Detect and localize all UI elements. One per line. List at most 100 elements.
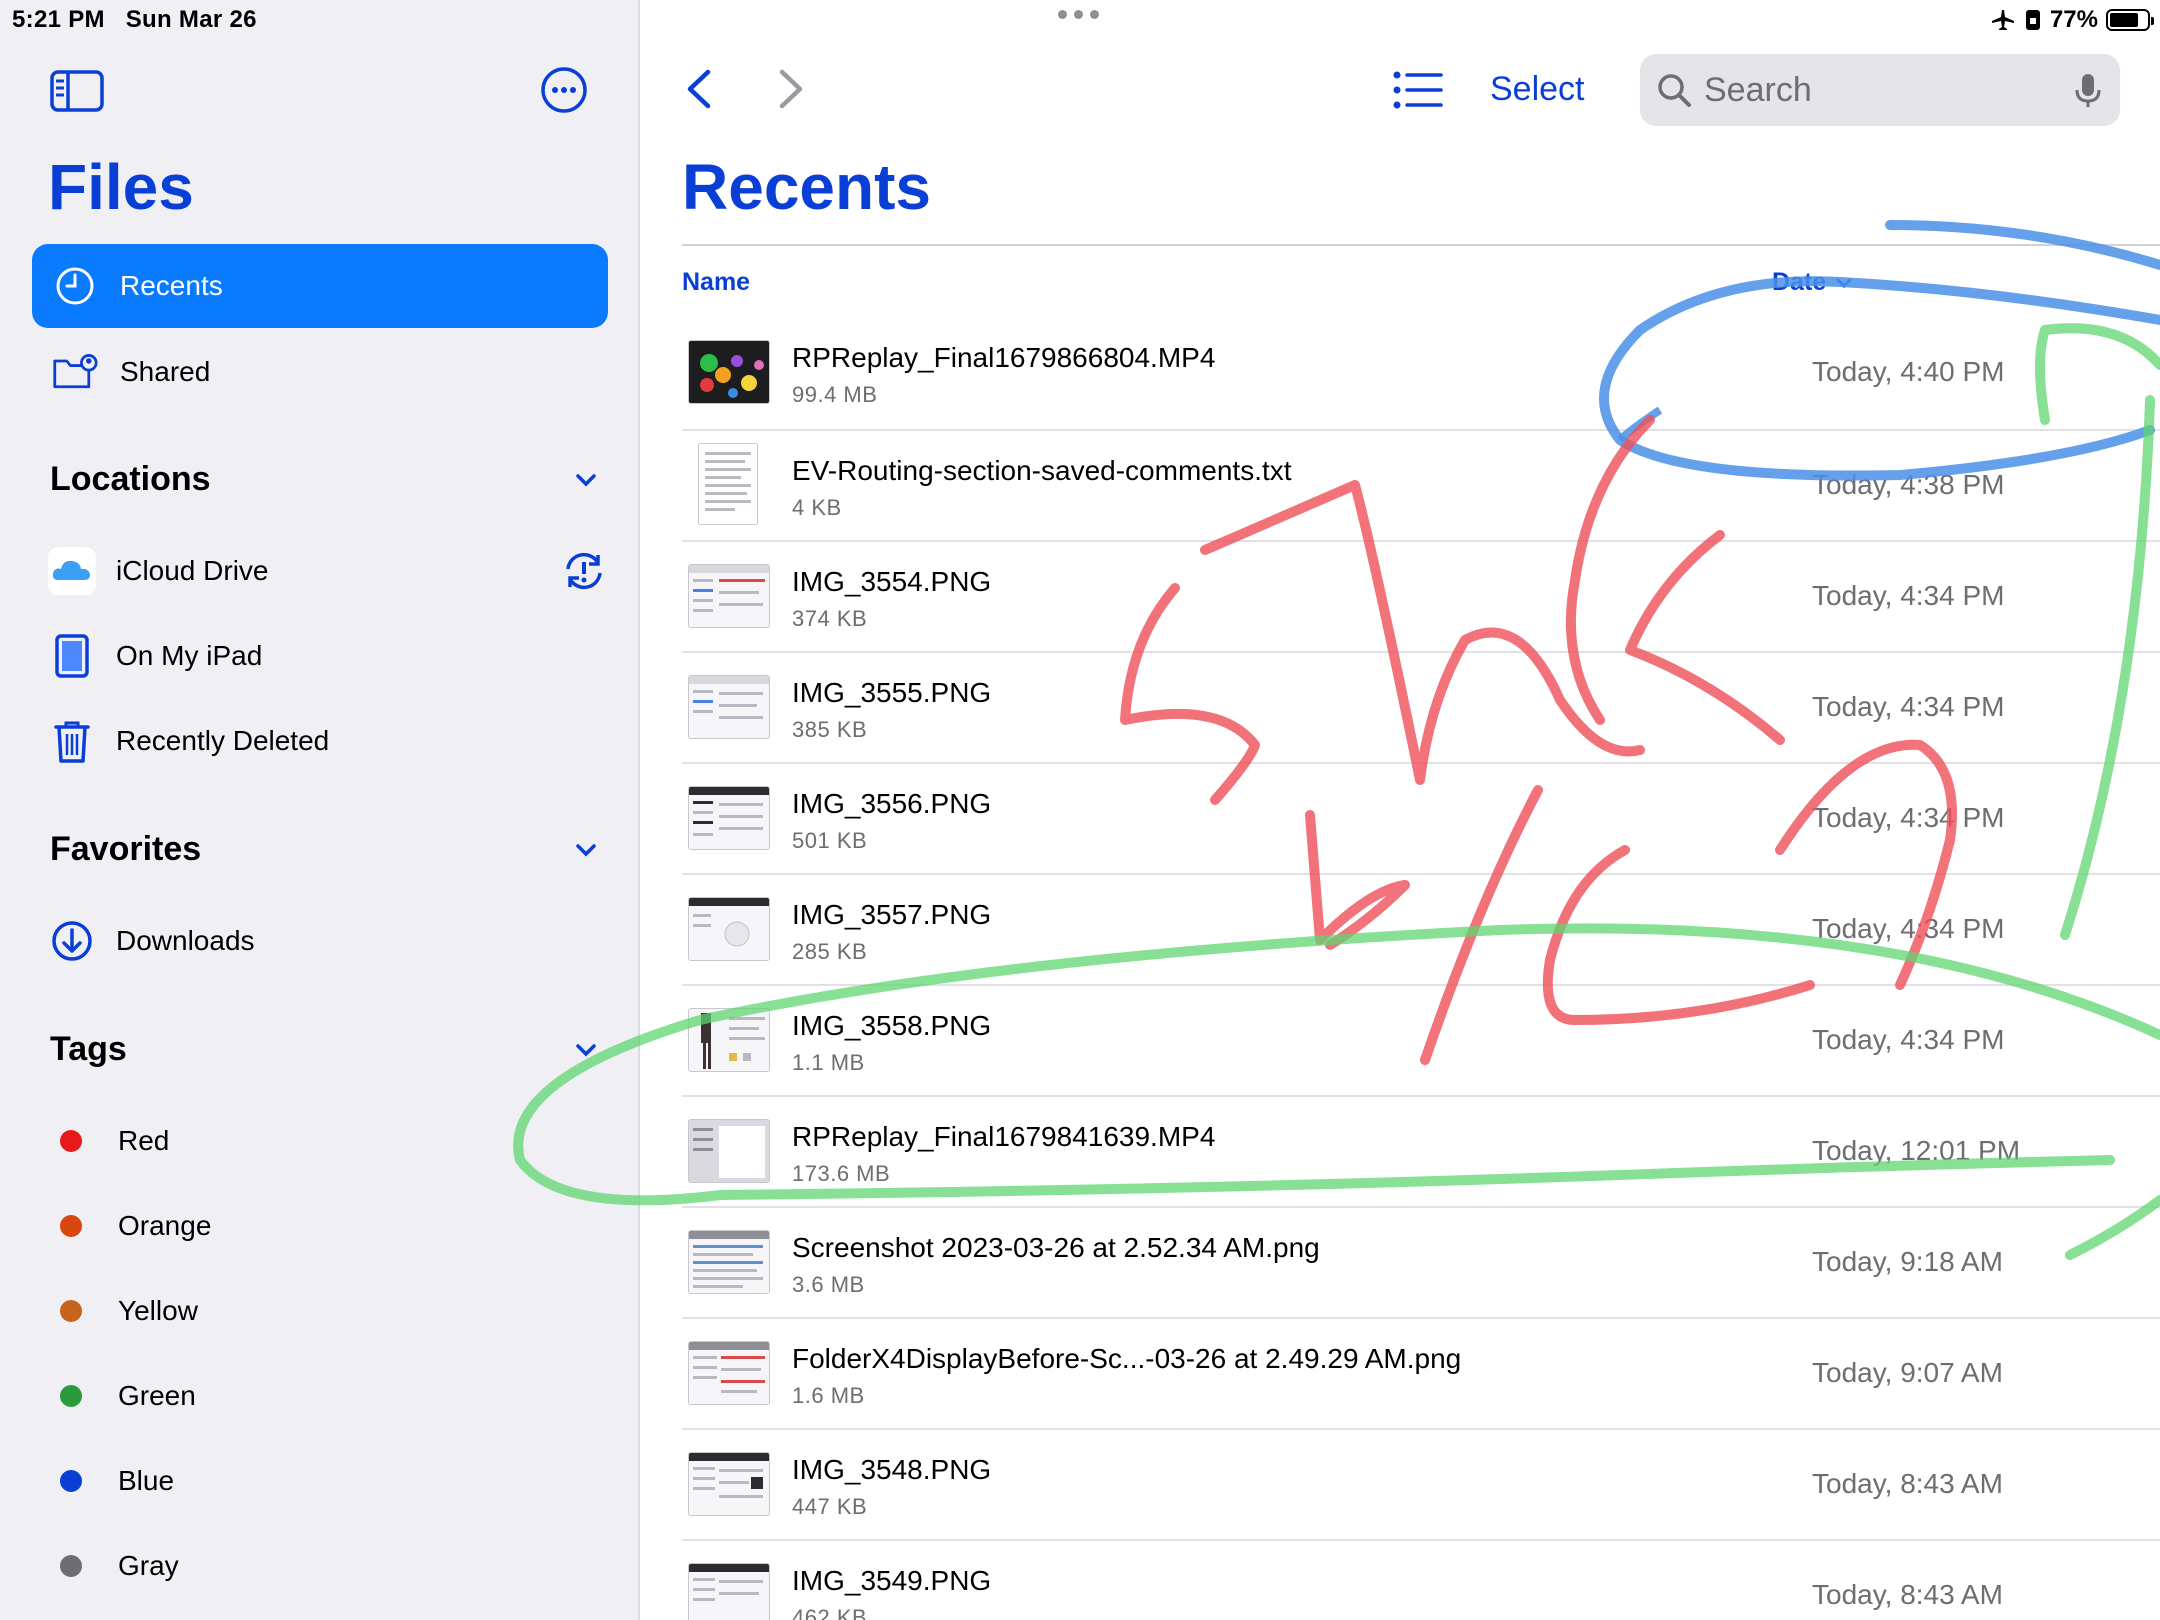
select-button[interactable]: Select	[1490, 70, 1585, 109]
file-thumbnail	[688, 564, 770, 628]
column-header-name[interactable]: Name	[682, 268, 750, 297]
file-date: Today, 8:43 AM	[1812, 1579, 2003, 1610]
file-list: RPReplay_Final1679866804.MP4 99.4 MB Tod…	[682, 318, 2160, 1620]
main-content: Select Search Recents Name Date RPReplay…	[642, 0, 2160, 1620]
tag-yellow[interactable]: Yellow	[48, 1281, 608, 1341]
file-size: 447 KB	[792, 1494, 868, 1519]
locations-header[interactable]: Locations	[50, 460, 600, 499]
list-view-icon[interactable]	[1392, 68, 1444, 112]
file-name: IMG_3548.PNG	[792, 1454, 992, 1485]
file-size: 173.6 MB	[792, 1161, 891, 1186]
trash-icon	[48, 717, 96, 765]
file-name: IMG_3558.PNG	[792, 1010, 992, 1041]
sync-warning-icon[interactable]	[560, 547, 608, 595]
section-title: Locations	[50, 460, 211, 498]
file-name: FolderX4DisplayBefore-Sc...-03-26 at 2.4…	[792, 1343, 1462, 1374]
file-date: Today, 8:43 AM	[1812, 1468, 2003, 1499]
file-row[interactable]: IMG_3557.PNG 285 KB Today, 4:34 PM	[682, 873, 2160, 984]
search-icon	[1658, 74, 1691, 107]
file-row[interactable]: IMG_3558.PNG 1.1 MB Today, 4:34 PM	[682, 984, 2160, 1095]
column-header-date[interactable]: Date	[1772, 268, 1854, 297]
file-date: Today, 4:34 PM	[1812, 913, 2005, 944]
file-date: Today, 4:34 PM	[1812, 580, 2005, 611]
battery-icon	[2106, 9, 2154, 31]
file-name: IMG_3554.PNG	[792, 566, 992, 597]
tag-label: Blue	[118, 1465, 175, 1496]
multitasking-dots-icon[interactable]	[1058, 10, 1099, 19]
file-row[interactable]: IMG_3555.PNG 385 KB Today, 4:34 PM	[682, 651, 2160, 762]
chevron-down-icon[interactable]	[572, 1036, 600, 1064]
sidebar-item-label: Recently Deleted	[116, 725, 330, 756]
file-thumbnail	[688, 1008, 770, 1072]
file-date: Today, 12:01 PM	[1812, 1135, 2021, 1166]
tags-header[interactable]: Tags	[50, 1030, 600, 1069]
tag-orange[interactable]: Orange	[48, 1196, 608, 1256]
microphone-icon[interactable]	[2068, 70, 2108, 110]
tag-blue[interactable]: Blue	[48, 1451, 608, 1511]
sidebar-title: Files	[48, 151, 194, 223]
file-date: Today, 4:38 PM	[1812, 469, 2005, 500]
sidebar-item-on-my-ipad[interactable]: On My iPad	[48, 626, 608, 686]
file-row[interactable]: EV-Routing-section-saved-comments.txt 4 …	[682, 429, 2160, 540]
sidebar-item-recently-deleted[interactable]: Recently Deleted	[48, 711, 608, 771]
file-row[interactable]: FolderX4DisplayBefore-Sc...-03-26 at 2.4…	[682, 1317, 2160, 1428]
forward-chevron-icon[interactable]	[772, 66, 810, 112]
file-size: 501 KB	[792, 828, 868, 853]
favorites-header[interactable]: Favorites	[50, 830, 600, 869]
file-thumbnail	[688, 1452, 770, 1516]
file-size: 374 KB	[792, 606, 868, 631]
sidebar-toggle-icon[interactable]	[50, 70, 104, 112]
file-thumbnail	[688, 1230, 770, 1294]
back-chevron-icon[interactable]	[680, 66, 718, 112]
tag-red[interactable]: Red	[48, 1111, 608, 1171]
file-date: Today, 9:07 AM	[1812, 1357, 2003, 1388]
tag-label: Gray	[118, 1550, 179, 1581]
search-input[interactable]: Search	[1640, 54, 2120, 126]
file-name: IMG_3549.PNG	[792, 1565, 992, 1596]
file-row[interactable]: RPReplay_Final1679841639.MP4 173.6 MB To…	[682, 1095, 2160, 1206]
sidebar-item-shared[interactable]: Shared	[32, 330, 608, 414]
column-header-label: Date	[1772, 268, 1827, 296]
tag-color-dot	[60, 1300, 82, 1322]
section-title: Tags	[50, 1030, 127, 1068]
file-thumbnail	[688, 340, 770, 404]
sidebar-item-label: On My iPad	[116, 640, 263, 671]
file-thumbnail	[688, 786, 770, 850]
sidebar-item-label: Downloads	[116, 925, 255, 956]
file-date: Today, 9:18 AM	[1812, 1246, 2003, 1277]
sort-chevron-down-icon	[1836, 278, 1852, 288]
sidebar-item-icloud-drive[interactable]: iCloud Drive	[48, 541, 608, 601]
file-date: Today, 4:34 PM	[1812, 1024, 2005, 1055]
tag-gray[interactable]: Gray	[48, 1536, 608, 1596]
more-options-icon[interactable]	[540, 66, 588, 114]
tag-label: Yellow	[118, 1295, 198, 1326]
file-row[interactable]: Screenshot 2023-03-26 at 2.52.34 AM.png …	[682, 1206, 2160, 1317]
tag-green[interactable]: Green	[48, 1366, 608, 1426]
file-row[interactable]: IMG_3556.PNG 501 KB Today, 4:34 PM	[682, 762, 2160, 873]
file-name: RPReplay_Final1679866804.MP4	[792, 342, 1216, 373]
file-size: 462 KB	[792, 1605, 868, 1620]
file-thumbnail	[688, 1341, 770, 1405]
tag-color-dot	[60, 1215, 82, 1237]
sidebar-item-recents[interactable]: Recents	[32, 244, 608, 328]
battery-level-fill	[2110, 13, 2138, 27]
download-icon	[48, 917, 96, 965]
file-row[interactable]: IMG_3548.PNG 447 KB Today, 8:43 AM	[682, 1428, 2160, 1539]
file-thumbnail	[698, 443, 758, 525]
file-size: 1.1 MB	[792, 1050, 865, 1075]
file-row[interactable]: IMG_3554.PNG 374 KB Today, 4:34 PM	[682, 540, 2160, 651]
file-size: 4 KB	[792, 495, 842, 520]
status-date-text: Sun Mar 26	[125, 6, 257, 33]
tag-label: Orange	[118, 1210, 212, 1241]
sidebar-item-label: Recents	[120, 270, 223, 301]
tag-color-dot	[60, 1555, 82, 1577]
chevron-down-icon[interactable]	[572, 836, 600, 864]
chevron-down-icon[interactable]	[572, 466, 600, 494]
sidebar-item-downloads[interactable]: Downloads	[48, 911, 608, 971]
file-name: IMG_3557.PNG	[792, 899, 992, 930]
file-row[interactable]: RPReplay_Final1679866804.MP4 99.4 MB Tod…	[682, 318, 2160, 429]
file-size: 285 KB	[792, 939, 868, 964]
file-row[interactable]: IMG_3549.PNG 462 KB Today, 8:43 AM	[682, 1539, 2160, 1620]
file-size: 1.6 MB	[792, 1383, 865, 1408]
search-placeholder: Search	[1704, 70, 1812, 109]
